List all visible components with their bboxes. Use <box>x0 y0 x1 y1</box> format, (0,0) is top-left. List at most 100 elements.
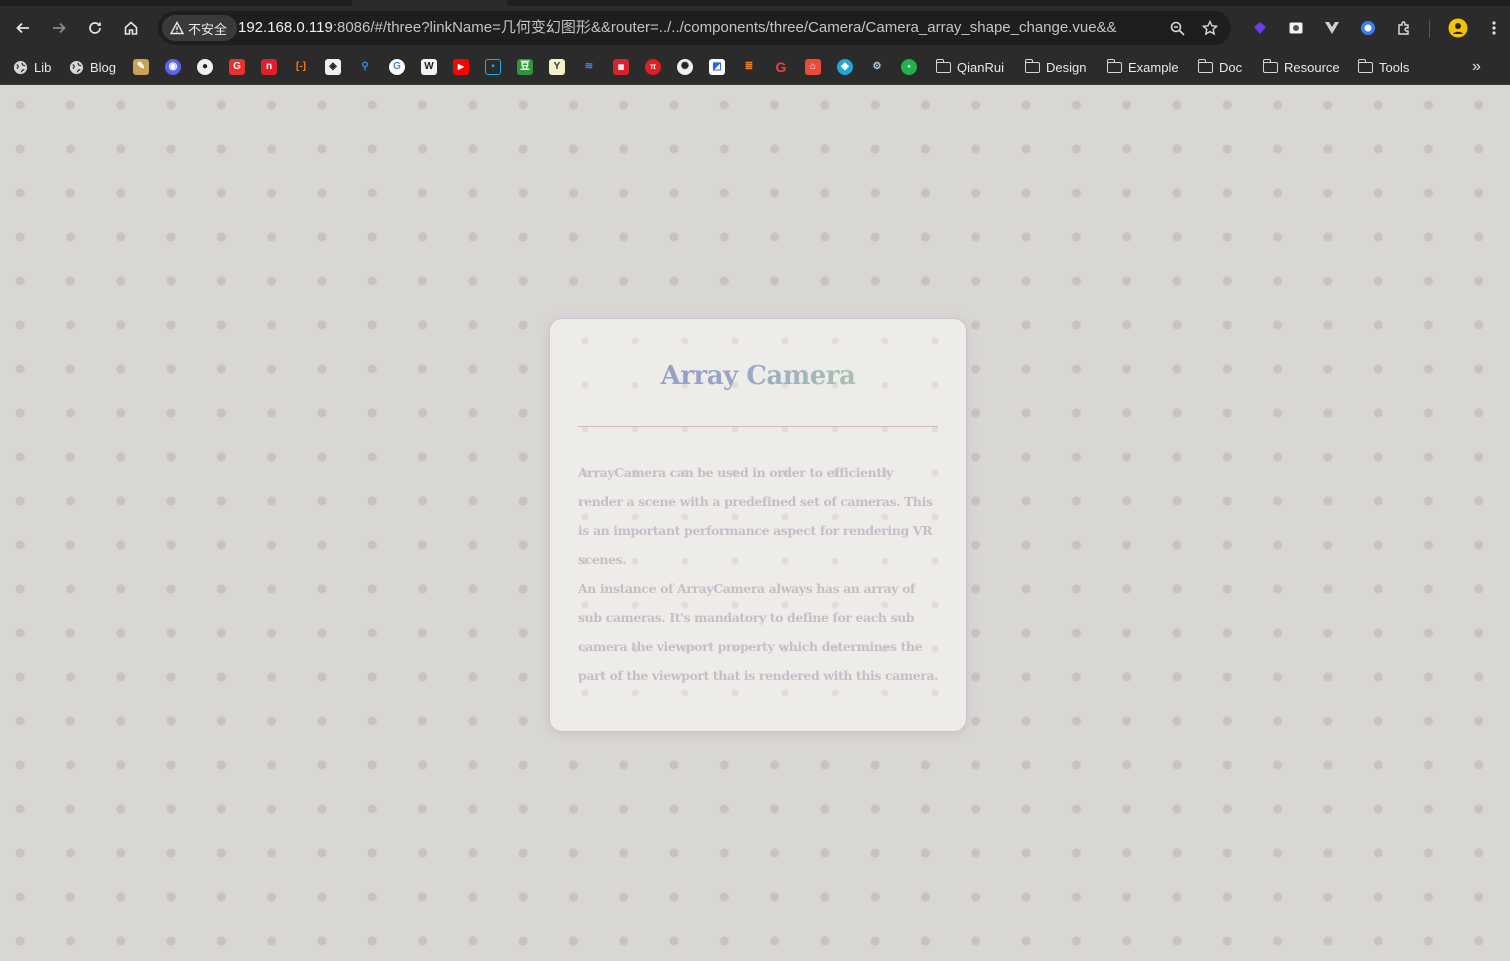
steam-icon: ⚙ <box>872 61 882 72</box>
bookmarks-bar: Lib Blog ✎ ◉ ● G n [-] ◈ ⚲ G W ▶ ▪ 豆 Y ≋… <box>0 50 1510 85</box>
bookmark-discord[interactable]: ◉ <box>165 56 181 78</box>
discord-icon: ◉ <box>165 59 181 75</box>
bookmark-blue-box[interactable]: ◩ <box>709 56 725 78</box>
letter-g-icon: G <box>229 59 245 75</box>
card-paragraph-2: An instance of ArrayCamera always has an… <box>578 581 939 683</box>
bookmark-bilibili[interactable]: ▪ <box>485 56 501 78</box>
folder-label: Resource <box>1284 59 1340 75</box>
url-path: :8086/#/three?linkName=几何变幻图形&&router=..… <box>332 19 1117 36</box>
bookmark-stack[interactable]: ≣ <box>741 56 757 78</box>
bookmark-star-icon[interactable] <box>1197 15 1223 41</box>
security-chip[interactable]: 不安全 <box>162 15 238 41</box>
magnifier-icon: ⚲ <box>361 61 369 72</box>
bookmark-douban[interactable]: 豆 <box>517 56 533 78</box>
douban-icon: 豆 <box>517 59 533 75</box>
bookmark-folder-example[interactable]: Example <box>1106 56 1179 78</box>
bookmark-teal[interactable]: ◆ <box>837 56 853 78</box>
folder-icon <box>1262 58 1278 73</box>
red-logo-icon: ▦ <box>613 59 629 75</box>
github-icon: ● <box>197 59 213 75</box>
bookmark-red-n[interactable]: n <box>261 56 277 78</box>
folder-icon <box>1357 58 1373 73</box>
store-icon: ⌂ <box>805 59 821 75</box>
bookmark-search[interactable]: ⚲ <box>357 56 373 78</box>
bookmark-youtube[interactable]: ▶ <box>453 56 469 78</box>
extensions-puzzle-icon[interactable] <box>1392 16 1416 40</box>
letter-y-icon: Y <box>549 59 565 75</box>
folder-icon <box>1106 58 1122 73</box>
folder-icon <box>1197 58 1213 73</box>
folder-label: Tools <box>1379 59 1410 75</box>
bookmark-yellow-y[interactable]: Y <box>549 56 565 78</box>
bookmark-steam[interactable]: ⚙ <box>869 56 885 78</box>
home-icon <box>124 21 138 35</box>
youtube-icon: ▶ <box>453 59 469 75</box>
extension-screenshot-icon[interactable] <box>1284 16 1308 40</box>
forward-button[interactable] <box>44 13 74 43</box>
letter-g-red-icon: G <box>775 59 787 75</box>
bookmark-folder-tools[interactable]: Tools <box>1357 56 1410 78</box>
stack-icon: ≣ <box>744 61 754 72</box>
bookmark-label: Blog <box>90 59 117 75</box>
bookmark-github[interactable]: ● <box>197 56 213 78</box>
folder-icon <box>1024 58 1040 73</box>
toolbar-divider <box>1429 20 1430 38</box>
red-circle-icon: π <box>645 59 661 75</box>
bookmark-folder-design[interactable]: Design <box>1024 56 1087 78</box>
forward-arrow-icon <box>53 22 66 34</box>
back-arrow-icon <box>16 22 29 34</box>
bookmark-pencil[interactable]: ✎ <box>133 56 149 78</box>
bookmark-store[interactable]: ⌂ <box>805 56 821 78</box>
globe-icon <box>12 59 28 75</box>
openai-icon: ✺ <box>677 59 693 75</box>
extension-vue-icon[interactable] <box>1320 16 1344 40</box>
address-bar[interactable]: 不安全 192.168.0.119:8086/#/three?linkName=… <box>158 11 1231 45</box>
card-body: ArrayCamera can be used in order to effi… <box>578 458 940 690</box>
bookmark-green[interactable]: ● <box>901 56 917 78</box>
bookmark-label: Lib <box>34 59 52 75</box>
google-icon: G <box>389 59 405 75</box>
url-text[interactable]: 192.168.0.119:8086/#/three?linkName=几何变幻… <box>238 11 1117 45</box>
page-viewport: Array Camera ArrayCamera can be used in … <box>0 85 1510 961</box>
folder-label: Doc <box>1219 59 1243 75</box>
bookmark-folder-qianrui[interactable]: QianRui <box>935 56 1004 78</box>
card-divider <box>578 426 938 427</box>
bookmark-lib[interactable]: Lib <box>12 56 51 78</box>
folder-label: QianRui <box>957 59 1004 75</box>
profile-avatar-icon[interactable] <box>1446 16 1470 40</box>
card-paragraph-1: ArrayCamera can be used in order to effi… <box>578 465 933 567</box>
bookmark-folder-resource[interactable]: Resource <box>1262 56 1340 78</box>
zoom-icon[interactable] <box>1164 15 1190 41</box>
folder-label: Design <box>1046 59 1087 75</box>
bookmark-layers[interactable]: ≋ <box>581 56 597 78</box>
back-button[interactable] <box>8 13 38 43</box>
bookmark-red-circle[interactable]: π <box>645 56 661 78</box>
menu-kebab-icon[interactable] <box>1482 16 1506 40</box>
bookmark-google[interactable]: G <box>389 56 405 78</box>
bookmarks-overflow-button[interactable]: » <box>1472 56 1481 78</box>
extension-purple-icon[interactable] <box>1248 16 1272 40</box>
bookmark-red-g[interactable]: G <box>229 56 245 78</box>
bilibili-icon: ▪ <box>485 59 501 75</box>
bookmark-folder-doc[interactable]: Doc <box>1197 56 1243 78</box>
bookmark-blog[interactable]: Blog <box>68 56 116 78</box>
bookmark-codepen[interactable]: ◈ <box>325 56 341 78</box>
bookmark-red-square[interactable]: ▦ <box>613 56 629 78</box>
home-button[interactable] <box>116 13 146 43</box>
reload-button[interactable] <box>80 13 110 43</box>
teal-circle-icon: ◆ <box>837 59 853 75</box>
bookmark-code[interactable]: [-] <box>293 56 309 78</box>
folder-icon <box>935 58 951 73</box>
bookmark-wikipedia[interactable]: W <box>421 56 437 78</box>
layers-icon: ≋ <box>584 61 594 72</box>
letter-n-icon: n <box>261 59 277 75</box>
blue-box-icon: ◩ <box>709 59 725 75</box>
double-chevron-right-icon: » <box>1472 58 1481 75</box>
pencil-icon: ✎ <box>133 59 149 75</box>
wikipedia-icon: W <box>421 59 437 75</box>
extension-blue-icon[interactable] <box>1356 16 1380 40</box>
bookmark-red-g2[interactable]: G <box>773 56 789 78</box>
info-card: Array Camera ArrayCamera can be used in … <box>550 319 966 731</box>
security-label: 不安全 <box>188 21 228 37</box>
bookmark-openai[interactable]: ✺ <box>677 56 693 78</box>
